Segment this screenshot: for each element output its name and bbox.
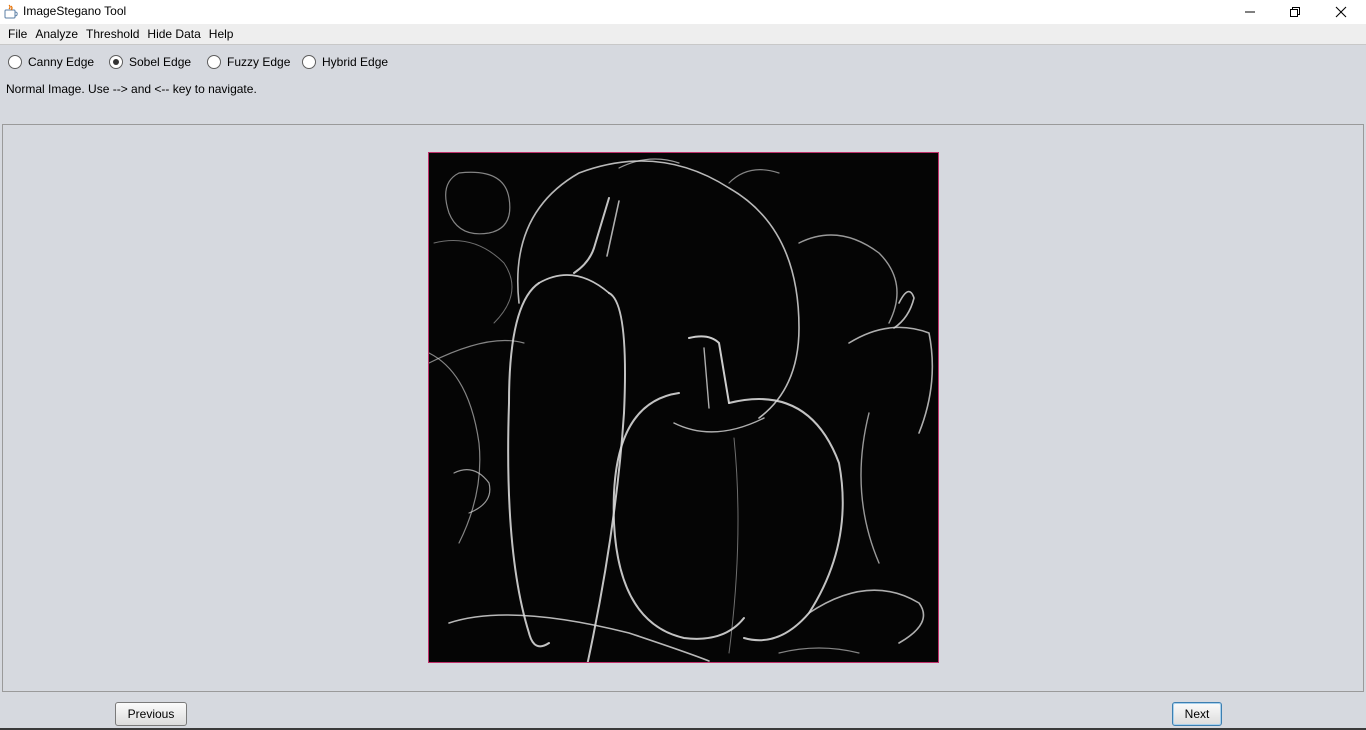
menu-bar: File Analyze Threshold Hide Data Help	[0, 24, 1366, 45]
menu-help[interactable]: Help	[205, 24, 238, 44]
java-app-icon	[3, 4, 19, 20]
app-window: ImageStegano Tool File Analyze Threshold…	[0, 0, 1366, 730]
menu-analyze[interactable]: Analyze	[31, 24, 82, 44]
previous-button[interactable]: Previous	[115, 702, 187, 726]
radio-label: Fuzzy Edge	[227, 55, 291, 69]
radio-label: Canny Edge	[28, 55, 95, 69]
menu-hide-data[interactable]: Hide Data	[143, 24, 204, 44]
radio-button-unchecked[interactable]	[302, 55, 316, 69]
radio-label: Hybrid Edge	[322, 55, 389, 69]
restore-icon[interactable]	[1272, 0, 1318, 24]
menu-file[interactable]: File	[4, 24, 31, 44]
menu-threshold[interactable]: Threshold	[82, 24, 143, 44]
sobel-edge-image	[428, 152, 939, 663]
title-bar: ImageStegano Tool	[0, 0, 1366, 24]
radio-hybrid-edge[interactable]: Hybrid Edge	[302, 52, 388, 72]
radio-fuzzy-edge[interactable]: Fuzzy Edge	[207, 52, 290, 72]
window-title: ImageStegano Tool	[23, 4, 127, 18]
radio-button-checked[interactable]	[109, 55, 123, 69]
edge-detected-peppers-image	[429, 153, 938, 662]
close-icon[interactable]	[1318, 0, 1364, 24]
radio-button-unchecked[interactable]	[207, 55, 221, 69]
image-display-panel	[2, 124, 1364, 692]
status-message: Normal Image. Use --> and <-- key to nav…	[6, 82, 257, 96]
minimize-icon[interactable]	[1227, 0, 1273, 24]
radio-canny-edge[interactable]: Canny Edge	[8, 52, 94, 72]
next-button[interactable]: Next	[1172, 702, 1222, 726]
radio-label: Sobel Edge	[129, 55, 192, 69]
radio-sobel-edge[interactable]: Sobel Edge	[109, 52, 191, 72]
edge-method-radio-group: Canny Edge Sobel Edge Fuzzy Edge Hybrid …	[0, 52, 600, 72]
radio-button-unchecked[interactable]	[8, 55, 22, 69]
